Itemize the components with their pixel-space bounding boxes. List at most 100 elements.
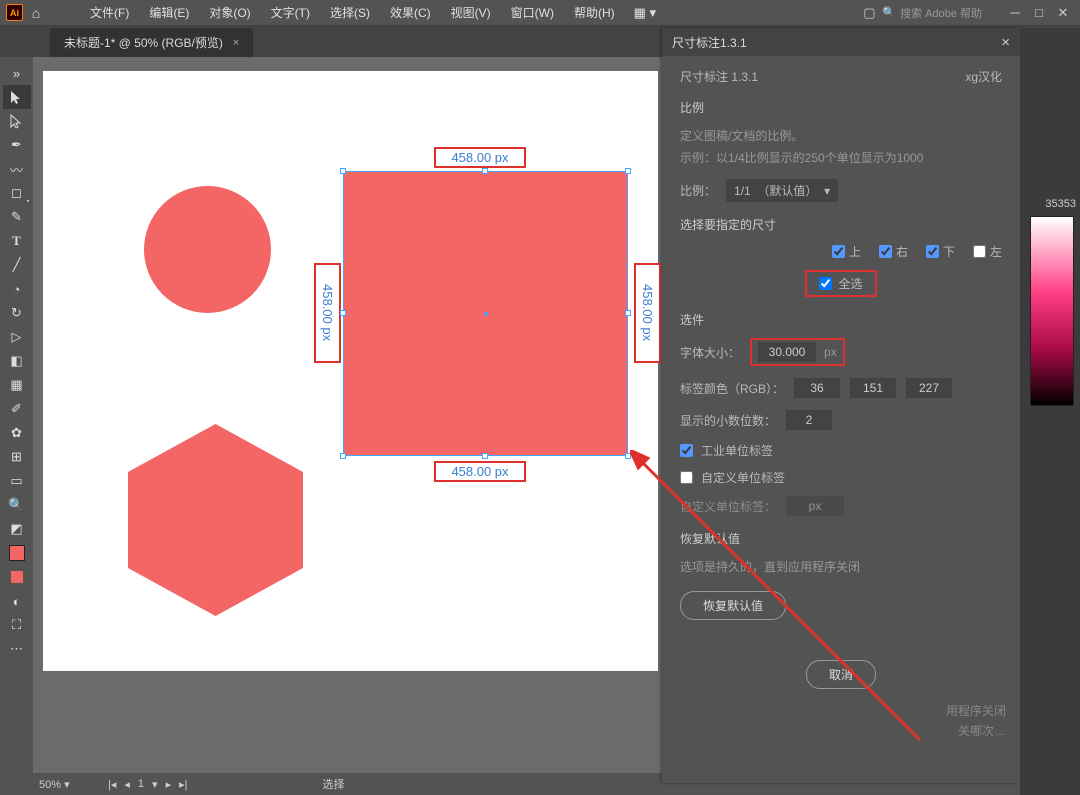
- color-g-input[interactable]: [850, 378, 896, 398]
- decimals-label: 显示的小数位数：: [680, 412, 776, 429]
- menu-file[interactable]: 文件(F): [81, 4, 138, 21]
- cancel-button[interactable]: 取消: [806, 660, 876, 689]
- tab-close-icon[interactable]: ×: [233, 37, 239, 49]
- line-tool[interactable]: ╱: [3, 253, 31, 277]
- search-box[interactable]: 🔍 搜索 Adobe 帮助: [882, 5, 982, 21]
- fill-swatch[interactable]: [3, 541, 31, 565]
- curvature-tool[interactable]: 〰: [3, 157, 31, 181]
- gradient-tool[interactable]: ▦: [3, 373, 31, 397]
- pen-tool[interactable]: ✒: [3, 133, 31, 157]
- symbol-tool[interactable]: ✿: [3, 421, 31, 445]
- side-left-checkbox[interactable]: 左: [973, 243, 1002, 260]
- sel-handle[interactable]: [625, 453, 631, 459]
- decimals-input[interactable]: [786, 410, 832, 430]
- app-icon: Ai: [6, 4, 23, 21]
- sides-heading: 选择要指定的尺寸: [680, 216, 1002, 233]
- ratio-heading: 比例: [680, 99, 1002, 116]
- side-top-checkbox[interactable]: 上: [832, 243, 861, 260]
- sel-handle[interactable]: [625, 168, 631, 174]
- last-page-icon[interactable]: ▸|: [176, 778, 190, 791]
- direct-selection-tool[interactable]: [3, 109, 31, 133]
- page-number: 1: [135, 778, 147, 790]
- menu-effect[interactable]: 效果(C): [381, 4, 440, 21]
- menu-view[interactable]: 视图(V): [442, 4, 500, 21]
- change-screen[interactable]: ⛶: [3, 613, 31, 637]
- type-tool[interactable]: T: [3, 229, 31, 253]
- side-right-checkbox[interactable]: 右: [879, 243, 908, 260]
- zoom-select[interactable]: 50% ▾: [39, 778, 99, 791]
- fontsize-input[interactable]: [758, 342, 816, 362]
- minimize-button[interactable]: ─: [1004, 5, 1026, 20]
- custom-unit-input: [786, 496, 844, 516]
- menu-type[interactable]: 文字(T): [262, 4, 319, 21]
- dimension-bottom: 458.00 px: [434, 461, 526, 482]
- restore-hint: 选项是持久的，直到应用程序关闭: [680, 557, 1002, 579]
- maximize-button[interactable]: □: [1028, 5, 1050, 20]
- menu-window[interactable]: 窗口(W): [502, 4, 563, 21]
- custom-checkbox[interactable]: [680, 471, 693, 484]
- hexagon-shape[interactable]: [128, 424, 303, 616]
- menu-edit[interactable]: 编辑(E): [140, 4, 198, 21]
- artboard-tool[interactable]: ▭: [3, 469, 31, 493]
- color-label: 标签颜色（RGB）：: [680, 380, 784, 397]
- sel-handle[interactable]: [482, 168, 488, 174]
- page-nav[interactable]: |◂ ◂ 1 ▾ ▸ ▸|: [105, 778, 191, 791]
- dialog-heading: 尺寸标注 1.3.1: [680, 68, 758, 85]
- width-tool[interactable]: ▷: [3, 325, 31, 349]
- select-all-checkbox[interactable]: 全选: [805, 270, 876, 297]
- dimension-left: 458.00 px: [314, 263, 341, 363]
- prev-page-icon[interactable]: ◂: [121, 778, 133, 791]
- ratio-select[interactable]: 1/1 （默认值） ▾: [726, 179, 838, 202]
- menu-help[interactable]: 帮助(H): [565, 4, 624, 21]
- color-mode-row[interactable]: [3, 565, 31, 589]
- chevron-down-icon: ▾: [824, 184, 830, 198]
- dialog-title: 尺寸标注1.3.1: [672, 34, 747, 51]
- color-r-input[interactable]: [794, 378, 840, 398]
- frame-icon[interactable]: ▢: [858, 5, 880, 21]
- sel-handle[interactable]: [625, 310, 631, 316]
- sel-handle[interactable]: [340, 310, 346, 316]
- selection-tool[interactable]: [3, 85, 31, 109]
- right-panel: 35353: [1020, 28, 1080, 795]
- artboard[interactable]: 458.00 px 458.00 px 458.00 px 458.00 px: [43, 71, 658, 671]
- menu-select[interactable]: 选择(S): [321, 4, 379, 21]
- zoom-tool[interactable]: 🔍: [3, 493, 31, 517]
- menu-object[interactable]: 对象(O): [200, 4, 259, 21]
- custom-label: 自定义单位标签: [701, 469, 785, 486]
- tool-menu-icon[interactable]: »: [3, 61, 31, 85]
- rectangle-tool[interactable]: ◻▸: [3, 181, 31, 205]
- dialog-close-icon[interactable]: ×: [1001, 34, 1010, 51]
- dimension-dialog: 尺寸标注1.3.1 × 尺寸标注 1.3.1 xg汉化 比例 定义图稿/文档的比…: [662, 28, 1020, 783]
- custom-unit-label: 自定义单位标签：: [680, 498, 776, 515]
- restore-heading: 恢复默认值: [680, 530, 1002, 547]
- restore-defaults-button[interactable]: 恢复默认值: [680, 591, 786, 620]
- color-gradient[interactable]: [1030, 216, 1074, 406]
- side-bottom-checkbox[interactable]: 下: [926, 243, 955, 260]
- shape-builder-tool[interactable]: ◔: [3, 277, 31, 301]
- color-b-input[interactable]: [906, 378, 952, 398]
- eyedropper-tool[interactable]: ✐: [3, 397, 31, 421]
- rotate-tool[interactable]: ↻: [3, 301, 31, 325]
- close-button[interactable]: ✕: [1052, 5, 1074, 21]
- industrial-label: 工业单位标签: [701, 442, 773, 459]
- tool-bar: » ✒ 〰 ◻▸ ✎ T ╱ ◔ ↻ ▷ ◧ ▦ ✐ ✿ ⊞ ▭ 🔍 ◩ ◐ ⛶…: [0, 57, 33, 795]
- eraser-tool[interactable]: ◧: [3, 349, 31, 373]
- paintbrush-tool[interactable]: ✎: [3, 205, 31, 229]
- graph-tool[interactable]: ⊞: [3, 445, 31, 469]
- sel-handle[interactable]: [482, 453, 488, 459]
- next-page-icon[interactable]: ▸: [163, 778, 175, 791]
- home-icon[interactable]: ⌂: [25, 5, 47, 21]
- first-page-icon[interactable]: |◂: [105, 778, 119, 791]
- circle-shape[interactable]: [144, 186, 271, 313]
- status-text: 选择: [323, 776, 345, 792]
- document-tab[interactable]: 未标题-1* @ 50% (RGB/预览) ×: [50, 28, 253, 57]
- screen-mode[interactable]: ◐: [3, 589, 31, 613]
- industrial-checkbox[interactable]: [680, 444, 693, 457]
- ratio-desc1: 定义图稿/文档的比例。: [680, 126, 1002, 148]
- layout-icon[interactable]: ▦ ▾: [626, 5, 664, 21]
- edit-toolbar[interactable]: ⋯: [3, 637, 31, 661]
- dimension-top: 458.00 px: [434, 147, 526, 168]
- sel-handle[interactable]: [340, 168, 346, 174]
- sel-handle[interactable]: [340, 453, 346, 459]
- fill-stroke-swap[interactable]: ◩: [3, 517, 31, 541]
